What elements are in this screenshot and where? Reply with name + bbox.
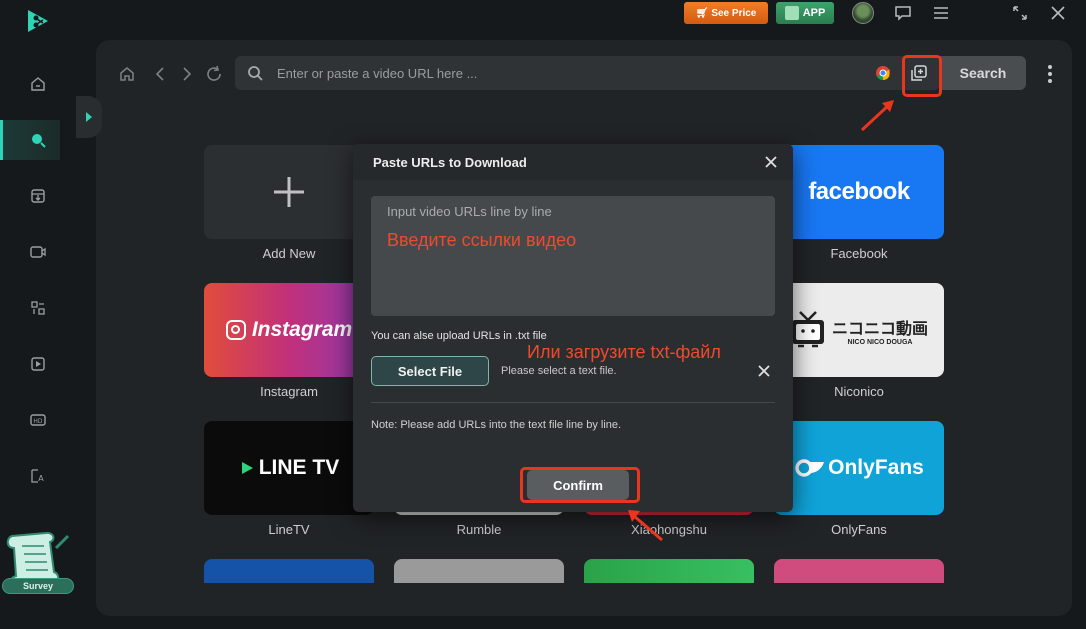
sidebar-item-translate[interactable]: A (28, 466, 48, 486)
facebook-logo: facebook (808, 178, 910, 205)
dialog-close-button[interactable] (761, 152, 781, 172)
tile-add-new[interactable] (204, 145, 374, 239)
app-label: APP (802, 7, 826, 19)
home-icon (31, 77, 45, 91)
annotation-enter-urls: Введите ссылки видео (387, 230, 577, 250)
sidebar-item-enhance[interactable]: HD (28, 410, 48, 430)
close-window-icon[interactable] (1048, 3, 1068, 23)
translate-icon: A (31, 469, 44, 483)
tile-label-xiaohongshu: Xiaohongshu (631, 522, 707, 537)
tile-instagram[interactable]: Instagram (204, 283, 374, 377)
back-icon[interactable] (150, 64, 170, 84)
app-button[interactable]: APP (776, 2, 834, 24)
tile-row4-1[interactable] (204, 559, 374, 583)
sidebar-item-toolkit[interactable] (28, 298, 48, 318)
search-button[interactable]: Search (940, 56, 1026, 90)
file-status: Please select a text file. (501, 365, 617, 377)
tile-label-linetv: LineTV (268, 522, 310, 537)
annotation-box-paste-button (902, 55, 942, 97)
dialog-divider (371, 402, 775, 403)
plus-icon (274, 177, 304, 207)
dialog-header: Paste URLs to Download (353, 144, 793, 180)
clear-file-button[interactable] (755, 362, 773, 380)
menu-icon[interactable] (931, 3, 951, 23)
tile-label-facebook: Facebook (830, 246, 888, 261)
app-window: HD A Survey 🛒︎ See Price APP Enter or pa… (0, 0, 1086, 629)
see-price-button[interactable]: 🛒︎ See Price (684, 2, 768, 24)
tile-niconico[interactable]: ニコニコ動画 NICO NICO DOUGA (774, 283, 944, 377)
sidebar-active-bar (0, 120, 3, 160)
annotation-upload-txt: Или загрузите txt-файл (527, 342, 721, 362)
fullscreen-icon[interactable] (1010, 3, 1030, 23)
url-bar[interactable]: Enter or paste a video URL here ... (235, 56, 940, 90)
more-options-icon[interactable] (1040, 64, 1060, 84)
sidebar-item-convert[interactable] (28, 242, 48, 262)
upload-hint: You can alse upload URLs in .txt file (371, 330, 547, 342)
tile-row4-4[interactable] (774, 559, 944, 583)
feedback-icon[interactable] (893, 3, 913, 23)
tile-linetv[interactable]: LINE TV (204, 421, 374, 515)
see-price-label: See Price (711, 7, 757, 19)
tile-onlyfans[interactable]: OnlyFans (774, 421, 944, 515)
toolkit-icon (31, 301, 45, 315)
sidebar-item-video-edit[interactable] (28, 354, 48, 374)
download-icon (31, 189, 45, 203)
survey-label[interactable]: Survey (2, 578, 74, 594)
tile-label-rumble: Rumble (456, 522, 502, 537)
tile-label-niconico: Niconico (834, 384, 884, 399)
tile-row4-2[interactable] (394, 559, 564, 583)
tile-row4-3[interactable] (584, 559, 754, 583)
sidebar-item-home[interactable] (28, 74, 48, 94)
niconico-logo-sub: NICO NICO DOUGA (847, 338, 913, 346)
svg-text:HD: HD (33, 418, 43, 425)
svg-text:A: A (38, 474, 44, 483)
search-icon (32, 134, 46, 148)
cart-icon: 🛒︎ (695, 7, 709, 19)
url-placeholder: Enter or paste a video URL here ... (277, 66, 478, 81)
tile-label-onlyfans: OnlyFans (831, 522, 887, 537)
video-convert-icon (30, 246, 46, 258)
close-icon (765, 156, 777, 168)
hd-icon: HD (30, 414, 46, 426)
select-file-button[interactable]: Select File (371, 356, 489, 386)
instagram-logo: Instagram (251, 318, 353, 341)
sidebar-item-search[interactable] (28, 130, 48, 150)
close-icon (758, 365, 770, 377)
paste-urls-dialog: Paste URLs to Download Введите ссылки ви… (353, 144, 793, 512)
instagram-icon (225, 320, 246, 340)
forward-icon[interactable] (177, 64, 197, 84)
chevron-right-icon (86, 112, 92, 122)
refresh-icon[interactable] (204, 64, 224, 84)
sidebar-collapse-toggle[interactable] (76, 96, 102, 138)
niconico-logo: ニコニコ動画 (831, 318, 928, 338)
urls-textarea[interactable] (371, 196, 775, 316)
search-icon (248, 66, 263, 81)
dialog-note: Note: Please add URLs into the text file… (371, 419, 622, 431)
video-edit-icon (31, 357, 45, 371)
chrome-icon[interactable] (875, 65, 891, 81)
onlyfans-icon (795, 459, 825, 477)
dialog-title: Paste URLs to Download (373, 155, 527, 170)
app-icon (784, 6, 799, 20)
linetv-play-icon (241, 462, 253, 474)
onlyfans-logo: OnlyFans (828, 456, 924, 479)
linetv-logo: LINE TV (258, 456, 340, 479)
tile-label-instagram: Instagram (260, 384, 318, 399)
tile-facebook[interactable]: facebook (774, 145, 944, 239)
home-nav-icon[interactable] (117, 64, 137, 84)
tile-label-add-new: Add New (262, 246, 316, 261)
sidebar-item-downloads[interactable] (28, 186, 48, 206)
niconico-tv-icon (791, 311, 824, 348)
app-logo-icon (28, 10, 48, 32)
avatar[interactable] (852, 2, 874, 24)
annotation-box-confirm (520, 467, 640, 503)
